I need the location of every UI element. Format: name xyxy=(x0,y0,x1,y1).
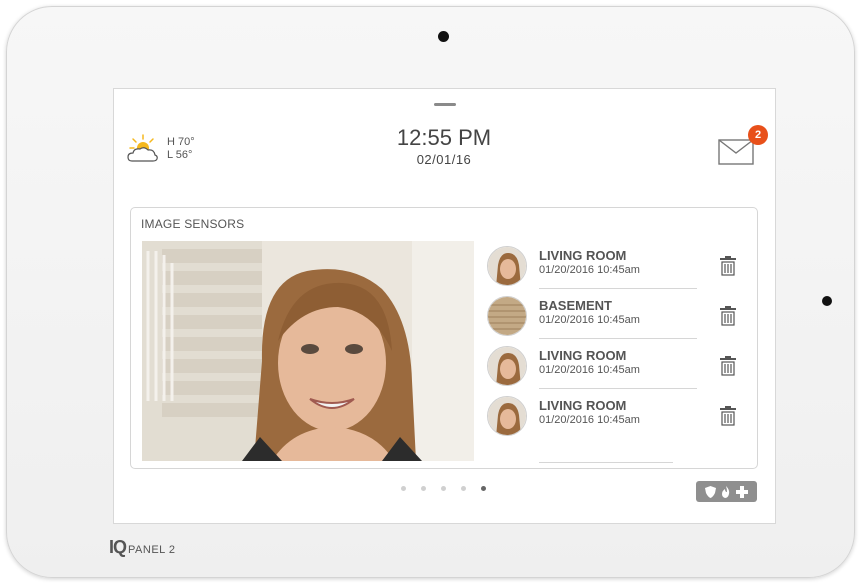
event-thumbnail xyxy=(487,346,527,386)
page-dot[interactable] xyxy=(421,486,426,491)
trash-icon[interactable] xyxy=(719,305,737,327)
device-bezel: H 70° L 56° 12:55 PM 02/01/16 2 IMAGE SE… xyxy=(6,6,855,578)
emergency-button[interactable] xyxy=(696,481,757,502)
brand-logo-mark: IQ xyxy=(109,537,127,557)
medical-cross-icon xyxy=(736,485,749,498)
person-thumbnail-image xyxy=(488,247,526,285)
temperature-readout: H 70° L 56° xyxy=(167,136,195,162)
card-title: IMAGE SENSORS xyxy=(141,217,245,231)
event-location: BASEMENT xyxy=(539,298,612,313)
weather-widget[interactable]: H 70° L 56° xyxy=(126,133,195,165)
divider xyxy=(539,388,697,389)
list-item[interactable]: BASEMENT 01/20/2016 10:45am xyxy=(483,290,753,340)
temperature-low: L 56° xyxy=(167,149,193,161)
event-location: LIVING ROOM xyxy=(539,348,627,363)
event-location: LIVING ROOM xyxy=(539,248,627,263)
page-dot[interactable] xyxy=(401,486,406,491)
messages-button[interactable]: 2 xyxy=(718,125,768,169)
list-item[interactable]: LIVING ROOM 01/20/2016 10:45am xyxy=(483,340,753,390)
clock: 12:55 PM 02/01/16 xyxy=(334,125,554,169)
event-timestamp: 01/20/2016 10:45am xyxy=(539,264,640,276)
door-thumbnail-image xyxy=(488,297,526,335)
shield-icon xyxy=(704,485,716,498)
trash-icon[interactable] xyxy=(719,405,737,427)
divider xyxy=(539,462,673,463)
trash-icon[interactable] xyxy=(719,355,737,377)
event-timestamp: 01/20/2016 10:45am xyxy=(539,314,640,326)
partly-sunny-icon xyxy=(127,134,158,162)
divider xyxy=(539,288,697,289)
page-dot-active[interactable] xyxy=(481,486,486,491)
fire-icon xyxy=(721,485,731,498)
current-time: 12:55 PM xyxy=(396,125,492,150)
captured-photo-illustration xyxy=(142,241,474,461)
event-timestamp: 01/20/2016 10:45am xyxy=(539,414,640,426)
event-timestamp: 01/20/2016 10:45am xyxy=(539,364,640,376)
temperature-high: H 70° xyxy=(167,136,195,148)
image-sensors-card: IMAGE SENSORS LIVING ROOM 01/20/2016 10:… xyxy=(130,207,758,469)
trash-icon[interactable] xyxy=(719,255,737,277)
brand-model: PANEL 2 xyxy=(128,544,176,556)
page-indicator[interactable] xyxy=(401,486,486,491)
captured-image[interactable] xyxy=(142,241,474,461)
event-thumbnail xyxy=(487,246,527,286)
event-thumbnail xyxy=(487,296,527,336)
front-camera xyxy=(438,31,449,42)
page-dot[interactable] xyxy=(441,486,446,491)
event-location: LIVING ROOM xyxy=(539,398,627,413)
envelope-icon xyxy=(718,139,754,165)
list-item[interactable]: LIVING ROOM 01/20/2016 10:45am xyxy=(483,390,753,440)
current-date: 02/01/16 xyxy=(416,152,472,167)
proximity-sensor xyxy=(822,296,832,306)
sensor-event-list: LIVING ROOM 01/20/2016 10:45am BASEMENT … xyxy=(483,240,753,463)
list-item[interactable]: LIVING ROOM 01/20/2016 10:45am xyxy=(483,240,753,290)
person-thumbnail-image xyxy=(488,347,526,385)
pull-down-handle[interactable] xyxy=(434,103,456,106)
page-dot[interactable] xyxy=(461,486,466,491)
touchscreen: H 70° L 56° 12:55 PM 02/01/16 2 IMAGE SE… xyxy=(113,88,776,524)
event-thumbnail xyxy=(487,396,527,436)
divider xyxy=(539,338,697,339)
unread-badge: 2 xyxy=(748,125,768,145)
person-thumbnail-image xyxy=(488,397,526,435)
brand-logo: IQ PANEL 2 xyxy=(109,537,176,558)
